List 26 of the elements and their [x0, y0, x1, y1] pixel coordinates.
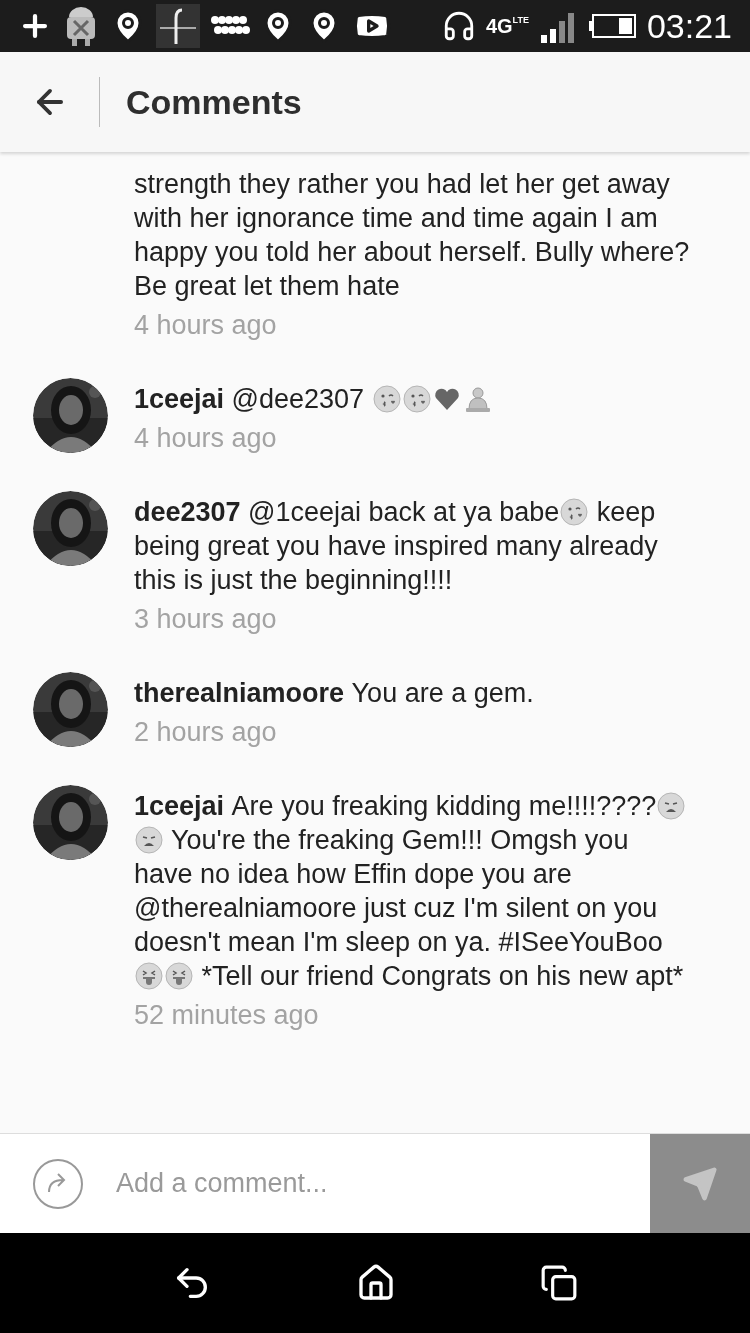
comment-time: 4 hours ago [134, 422, 278, 455]
comment-time: 52 minutes ago [134, 999, 320, 1032]
comment-text: strength they rather you had let her get away with her ignorance time and time again I am happy you told her about herself. Bully where? Be great let them hate [134, 168, 691, 303]
battery-icon [588, 13, 637, 39]
comment-text: 1ceejai Are you freaking kidding me!!!!???? You're the freaking Gem!!! Omgsh you have no idea how Effin dope you are @therealniamoore just cuz I'm silent on you doesn't mean I'm sleep on ya. #ISeeYouBoo *Tell our friend Congrats on his new apt* [134, 790, 687, 993]
tongue-face-icon [165, 962, 193, 990]
comment-time: 3 hours ago [134, 603, 278, 636]
home-icon[interactable] [356, 1263, 396, 1303]
app-icon [156, 4, 200, 48]
network-type: 4G [485, 16, 513, 36]
comment-time: 2 hours ago [134, 716, 278, 749]
send-icon [682, 1165, 718, 1202]
weary-face-icon [135, 826, 163, 854]
comment-text: dee2307 @1ceejai back at ya babe keep being great you have inspired many already this is just the beginning!!!! [134, 496, 659, 597]
page-title: Comments [126, 81, 302, 123]
comment-text: 1ceejai @dee2307 [134, 382, 692, 416]
network-subtype: LTE [512, 16, 529, 25]
clock: 03:21 [646, 9, 732, 43]
kiss-face-icon [560, 498, 589, 526]
weary-face-icon [657, 792, 686, 820]
kiss-face-icon [372, 385, 401, 413]
tongue-face-icon [135, 962, 163, 990]
comment-text: therealniamoore You are a gem. [134, 677, 535, 710]
comment-time: 4 hours ago [134, 309, 278, 342]
recents-icon[interactable] [540, 1264, 578, 1302]
kiss-face-icon [402, 385, 431, 413]
